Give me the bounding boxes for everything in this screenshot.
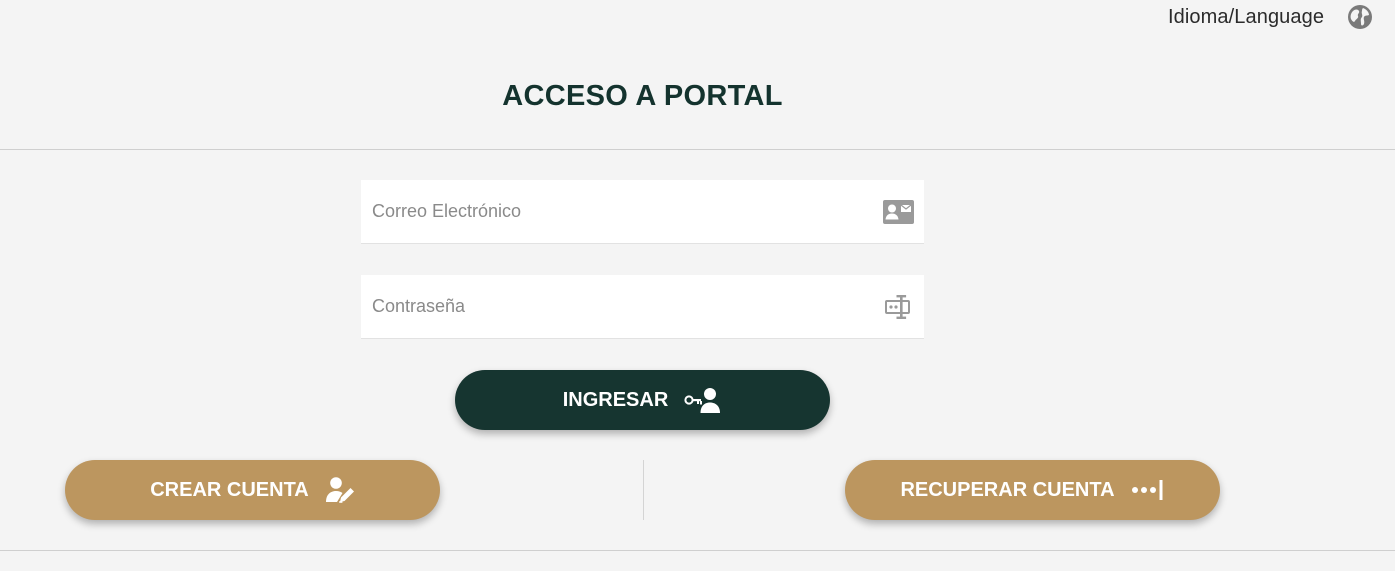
create-account-label: CREAR CUENTA <box>150 478 309 501</box>
password-input[interactable] <box>361 275 882 338</box>
contact-mail-icon <box>882 196 914 228</box>
page-title: ACCESO A PORTAL <box>502 80 783 112</box>
password-field-icon <box>882 291 914 323</box>
login-button-label: INGRESAR <box>562 388 669 411</box>
login-page: Idioma/Language ACCESO A PORTAL Correo E… <box>0 0 1395 571</box>
language-selector[interactable]: Idioma/Language <box>1168 4 1373 30</box>
language-label[interactable]: Idioma/Language <box>1168 6 1324 29</box>
login-button[interactable]: INGRESAR <box>455 370 830 430</box>
header-divider <box>0 149 1395 150</box>
create-account-button[interactable]: CREAR CUENTA <box>65 460 440 520</box>
email-field[interactable] <box>361 180 924 244</box>
recover-account-label: RECUPERAR CUENTA <box>900 478 1115 501</box>
password-dots-icon <box>1131 478 1165 502</box>
footer-divider <box>0 550 1395 551</box>
email-input[interactable] <box>361 180 882 243</box>
recover-account-button[interactable]: RECUPERAR CUENTA <box>845 460 1220 520</box>
globe-icon[interactable] <box>1347 4 1373 30</box>
key-user-icon <box>684 386 722 414</box>
user-edit-icon <box>325 476 355 504</box>
password-field[interactable] <box>361 275 924 339</box>
buttons-divider <box>643 460 644 520</box>
